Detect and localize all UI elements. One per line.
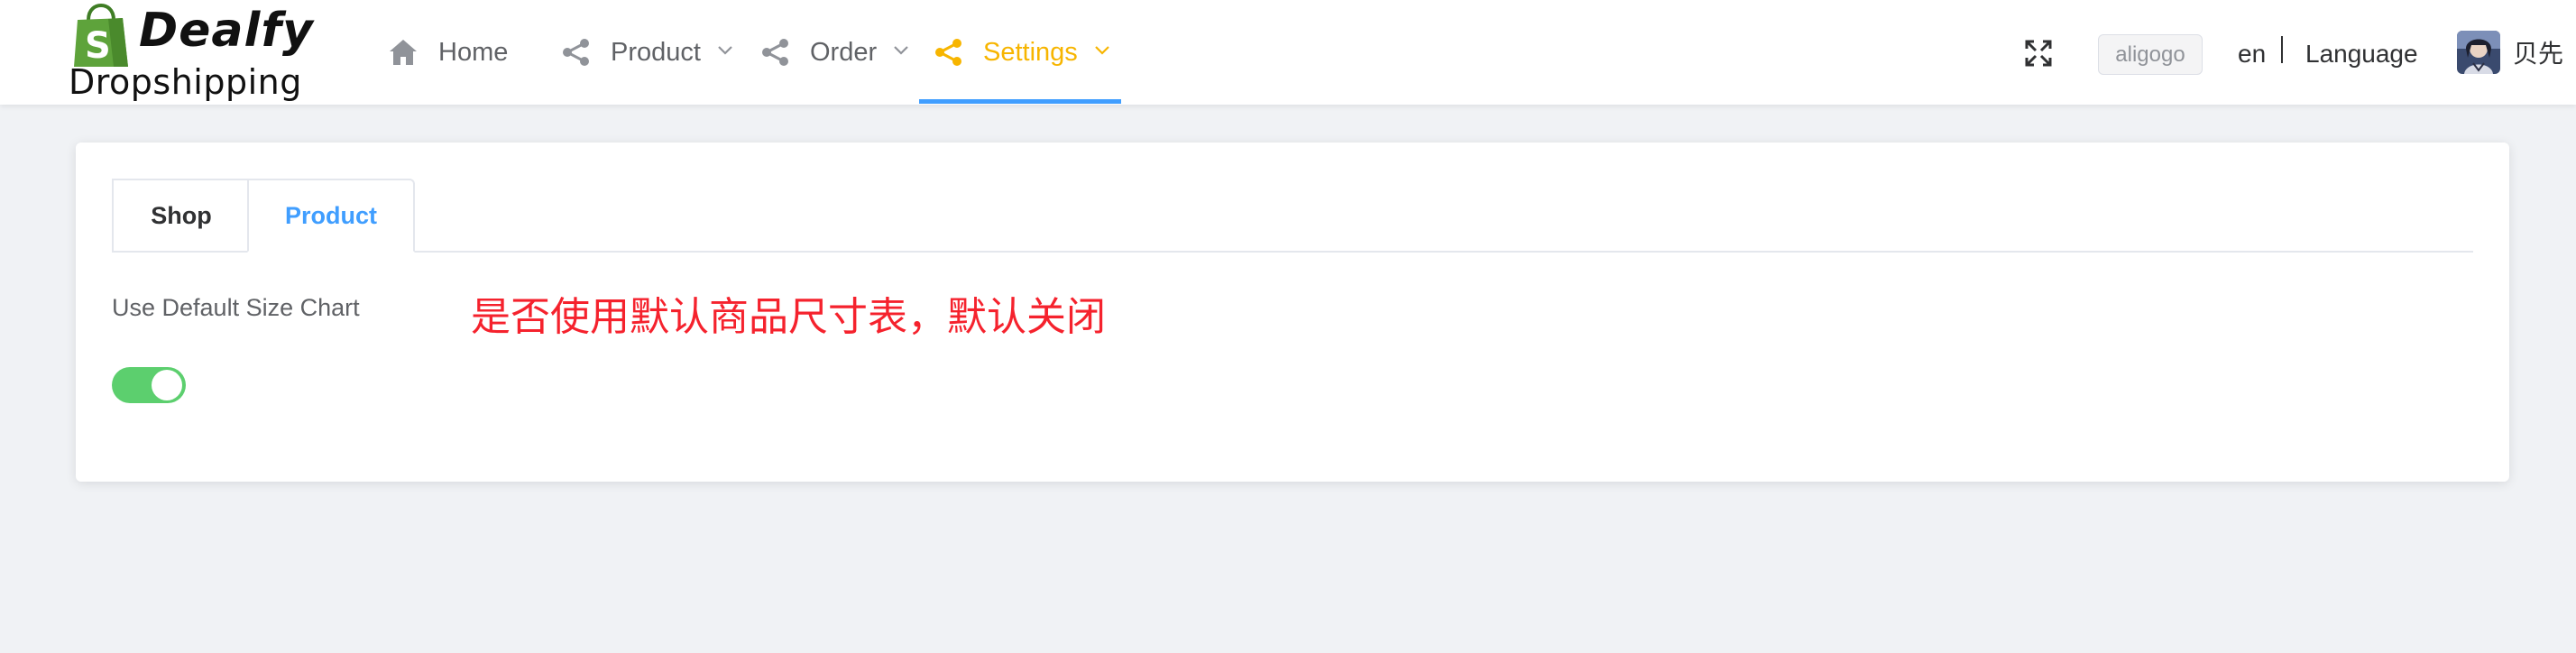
language-switcher[interactable]: Language (2305, 38, 2418, 70)
language-code[interactable]: en (2238, 38, 2266, 70)
nav-label-settings: Settings (983, 37, 1078, 67)
chevron-down-icon (1092, 40, 1112, 60)
settings-card: Shop Product Use Default Size Chart 是否使用… (76, 143, 2509, 482)
avatar[interactable] (2457, 31, 2500, 74)
brand-subtitle: Dropshipping (69, 62, 302, 102)
toggle-knob (152, 370, 182, 400)
size-chart-toggle[interactable] (112, 367, 186, 403)
size-chart-label: Use Default Size Chart (112, 294, 360, 321)
size-chart-annotation: 是否使用默认商品尺寸表，默认关闭 (471, 294, 1106, 340)
brand-title: Dealfy (139, 4, 314, 58)
top-header: S Dealfy Dropshipping Home Product Order (0, 0, 2576, 105)
settings-tabs: Shop Product (112, 179, 2473, 253)
nav-label-order: Order (810, 37, 878, 67)
tabs-divider (112, 251, 2473, 253)
tab-product[interactable]: Product (247, 179, 415, 253)
chevron-down-icon (891, 40, 911, 60)
nav-label-home: Home (438, 37, 509, 67)
fullscreen-icon[interactable] (2024, 39, 2053, 68)
shopping-bag-icon: S (74, 4, 128, 67)
share-icon (560, 37, 591, 68)
nav-label-product: Product (611, 37, 701, 67)
share-icon (933, 37, 963, 68)
share-icon (759, 37, 790, 68)
home-icon (388, 37, 419, 68)
svg-text:S: S (85, 25, 111, 67)
language-divider (2281, 36, 2283, 63)
nav-active-indicator (919, 99, 1121, 104)
tab-shop[interactable]: Shop (112, 179, 249, 253)
nav-item-product[interactable]: Product (560, 0, 735, 105)
brand-logo[interactable]: S Dealfy Dropshipping (69, 2, 314, 103)
nav-item-settings[interactable]: Settings (933, 0, 1112, 105)
nav-item-order[interactable]: Order (759, 0, 911, 105)
user-name[interactable]: 贝先 (2513, 38, 2563, 70)
tenant-tag[interactable]: aligogo (2098, 34, 2203, 75)
nav-item-home[interactable]: Home (388, 0, 508, 105)
chevron-down-icon (715, 40, 735, 60)
